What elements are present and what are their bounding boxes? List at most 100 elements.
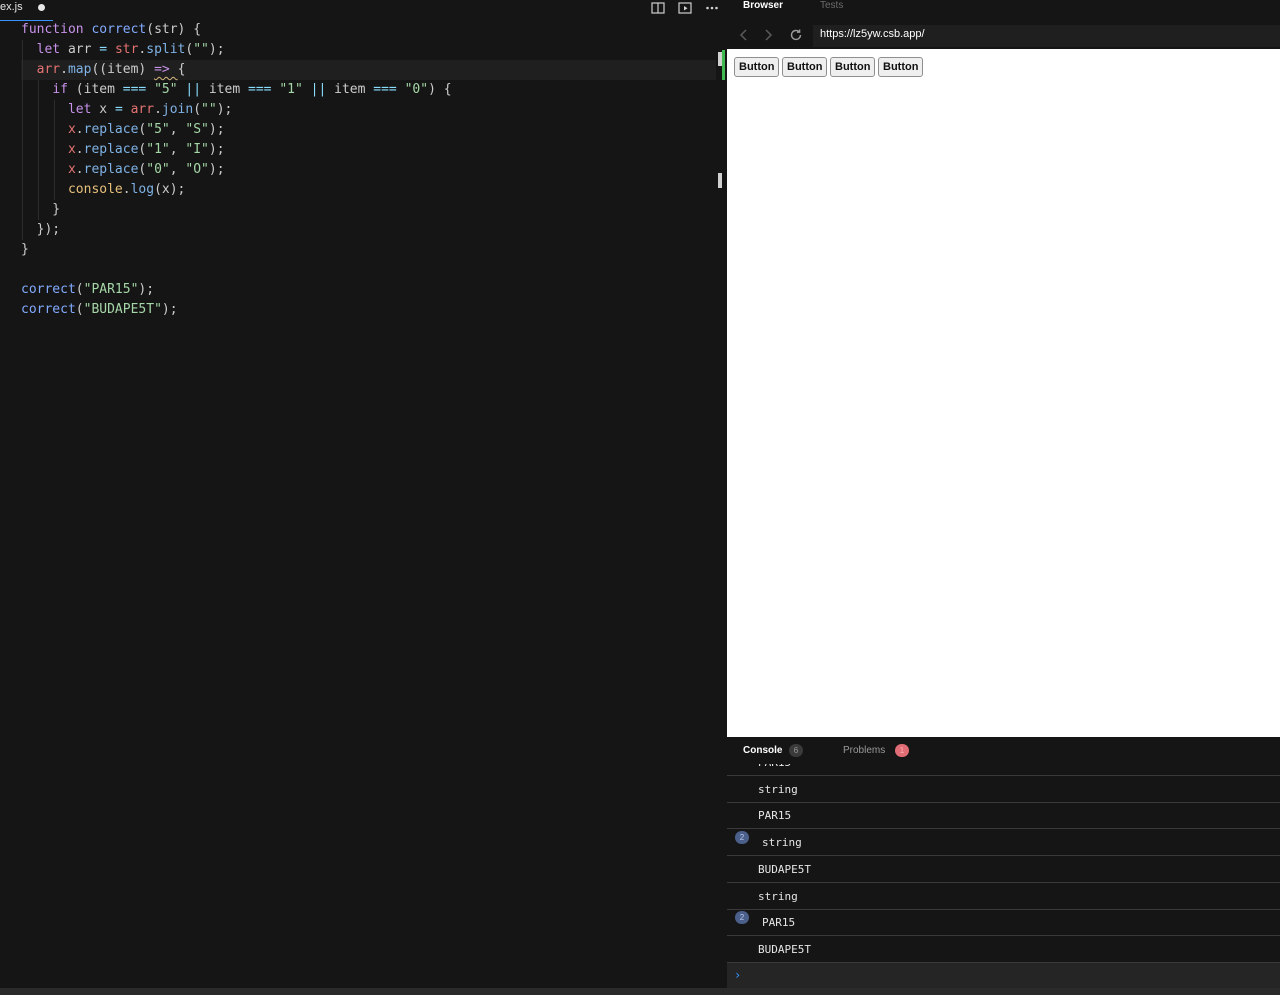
console-log-row[interactable]: PAR15 bbox=[727, 803, 1280, 830]
console-log-row[interactable]: string bbox=[727, 884, 1280, 910]
code-token: let bbox=[67, 102, 100, 117]
console-log-row[interactable]: PAR15 bbox=[727, 764, 1280, 776]
code-token: ); bbox=[161, 302, 178, 317]
code-token: item bbox=[334, 82, 374, 97]
code-token: "PAR15" bbox=[83, 282, 139, 297]
code-line[interactable]: correct("BUDAPE5T"); bbox=[21, 300, 178, 320]
unsaved-dot-icon[interactable] bbox=[38, 4, 45, 11]
code-line[interactable]: arr.map((item) => { bbox=[21, 60, 186, 80]
code-token: ); bbox=[208, 42, 225, 57]
scrollbar-marker[interactable] bbox=[718, 52, 722, 66]
code-token: . bbox=[154, 102, 162, 117]
console-log-row[interactable]: 2 PAR15 bbox=[727, 910, 1280, 937]
code-token: "0" bbox=[404, 82, 429, 97]
console-count-badge: 6 bbox=[789, 744, 803, 757]
tab-tests[interactable]: Tests bbox=[820, 0, 843, 11]
console-log-text: PAR15 bbox=[762, 916, 796, 930]
code-line[interactable]: x.replace("0", "O"); bbox=[21, 160, 225, 180]
code-token: correct bbox=[21, 302, 76, 317]
preview-button-4[interactable]: Button bbox=[878, 57, 924, 77]
code-token: . bbox=[75, 142, 84, 157]
tab-problems[interactable]: Problems bbox=[843, 745, 885, 756]
console-input[interactable]: › bbox=[727, 963, 1280, 990]
code-token: ( bbox=[75, 282, 84, 297]
code-token: replace bbox=[83, 142, 139, 157]
code-token: ) { bbox=[428, 82, 452, 97]
code-token: split bbox=[146, 42, 186, 57]
code-token: === bbox=[248, 82, 280, 97]
reload-icon[interactable] bbox=[789, 28, 803, 42]
console-log-list[interactable]: PAR15 string PAR15 2 string BUDAPE5T string 2 PA… bbox=[727, 764, 1280, 964]
code-token: "0" bbox=[146, 162, 170, 177]
chevron-right-icon: › bbox=[734, 968, 742, 982]
code-token: "1" bbox=[146, 142, 170, 157]
code-token: , bbox=[169, 162, 186, 177]
code-token: ); bbox=[208, 122, 225, 137]
code-line[interactable]: } bbox=[21, 240, 29, 260]
console-panel: Console 6 Problems 1 PAR15 string PAR15 2 st… bbox=[727, 737, 1280, 995]
code-line[interactable]: function correct(str) { bbox=[21, 20, 201, 40]
code-token: "" bbox=[201, 102, 217, 117]
code-token: let bbox=[36, 42, 68, 57]
more-actions-icon[interactable] bbox=[704, 1, 720, 15]
code-line[interactable]: console.log(x); bbox=[21, 180, 185, 200]
url-text: https://lz5yw.csb.app/ bbox=[820, 28, 925, 40]
url-input[interactable]: https://lz5yw.csb.app/ bbox=[813, 25, 1280, 47]
split-editor-icon[interactable] bbox=[650, 1, 666, 15]
console-log-text: string bbox=[758, 782, 798, 796]
code-token: ); bbox=[208, 142, 225, 157]
tab-console[interactable]: Console bbox=[743, 745, 782, 756]
code-line[interactable]: x.replace("5", "S"); bbox=[21, 120, 225, 140]
editor-tab-ex-js[interactable]: ex.js bbox=[0, 0, 53, 21]
editor-scrollbar-track[interactable] bbox=[716, 48, 726, 995]
code-line[interactable]: if (item === "5" || item === "1" || item… bbox=[21, 80, 452, 100]
problems-count-badge: 1 bbox=[895, 744, 909, 757]
console-log-text: string bbox=[758, 889, 798, 903]
code-token: => bbox=[154, 62, 178, 77]
repeat-count-badge: 2 bbox=[735, 831, 749, 845]
console-log-text: BUDAPE5T bbox=[758, 862, 811, 876]
code-line[interactable]: correct("PAR15"); bbox=[21, 280, 154, 300]
open-preview-icon[interactable] bbox=[677, 1, 693, 15]
code-token: if bbox=[52, 82, 76, 97]
preview-button-2[interactable]: Button bbox=[782, 57, 828, 77]
code-token: . bbox=[75, 122, 84, 137]
console-log-row[interactable]: BUDAPE5T bbox=[727, 937, 1280, 963]
forward-arrow-icon[interactable] bbox=[761, 28, 775, 42]
scrollbar-thumb[interactable] bbox=[718, 173, 722, 188]
code-line[interactable]: let x = arr.join(""); bbox=[21, 100, 232, 120]
code-token: x bbox=[99, 102, 115, 117]
code-token: . bbox=[122, 182, 131, 197]
tab-browser[interactable]: Browser bbox=[743, 0, 783, 11]
code-token: "5" bbox=[154, 82, 186, 97]
console-log-row[interactable]: string bbox=[727, 777, 1280, 803]
code-editor-pane: ex.js function correct(str) { let arr = … bbox=[0, 0, 726, 995]
console-tab-bar: Console 6 Problems 1 bbox=[727, 737, 1280, 763]
code-token: "5" bbox=[146, 122, 170, 137]
code-area[interactable]: function correct(str) { let arr = str.sp… bbox=[0, 20, 716, 995]
code-line[interactable]: } bbox=[21, 200, 60, 220]
code-token: x bbox=[67, 162, 76, 177]
preview-button-3[interactable]: Button bbox=[830, 57, 876, 77]
code-token: x bbox=[67, 122, 76, 137]
code-token: str bbox=[114, 42, 139, 57]
code-token: }); bbox=[21, 222, 61, 237]
preview-button-1[interactable]: Button bbox=[734, 57, 780, 77]
code-token: "S" bbox=[185, 122, 209, 137]
back-arrow-icon[interactable] bbox=[737, 28, 751, 42]
code-token: ((item) bbox=[91, 62, 155, 77]
code-token: "BUDAPE5T" bbox=[83, 302, 162, 317]
console-log-row[interactable]: BUDAPE5T bbox=[727, 857, 1280, 883]
code-line[interactable]: let arr = str.split(""); bbox=[21, 40, 225, 60]
code-line[interactable]: x.replace("1", "I"); bbox=[21, 140, 225, 160]
code-token: ( bbox=[75, 302, 84, 317]
code-token: { bbox=[177, 62, 186, 77]
code-line[interactable]: }); bbox=[21, 220, 61, 240]
console-log-row[interactable]: 2 string bbox=[727, 830, 1280, 857]
